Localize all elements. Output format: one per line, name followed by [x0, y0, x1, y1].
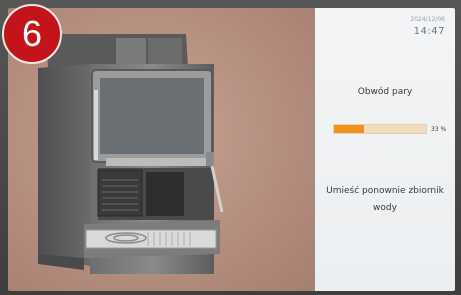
date-label: 2024/12/06	[410, 16, 445, 23]
clock-time: 14:47	[413, 26, 445, 37]
progress-bar-fill	[334, 125, 365, 133]
step-number-badge: 6	[2, 4, 62, 64]
progress-percentage: 33 %	[431, 126, 447, 133]
status-title: Obwód pary	[357, 87, 413, 97]
status-panel: 2024/12/06 14:47 Obwód pary 33 % Umieść …	[315, 8, 455, 291]
progress-bar	[333, 124, 427, 134]
instruction-text: Umieść ponownie zbiornik wody	[326, 186, 444, 213]
machine-screen: 2024/12/06 14:47 Obwód pary 33 % Umieść …	[8, 8, 455, 291]
